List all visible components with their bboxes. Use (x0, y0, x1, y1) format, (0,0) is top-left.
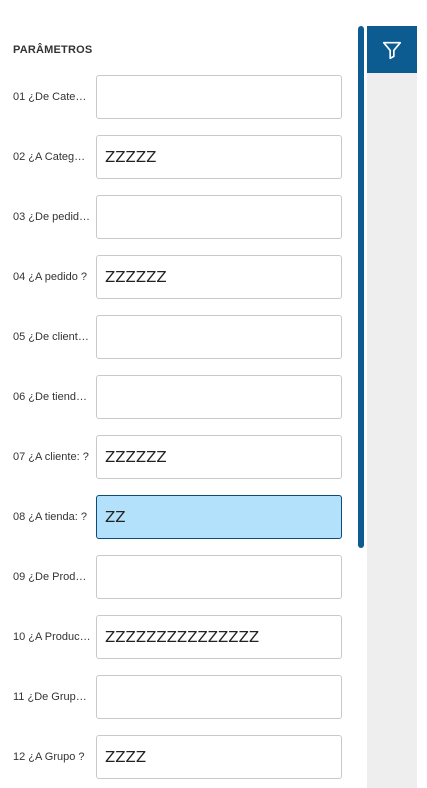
param-label: 03 ¿De pedido ? (13, 211, 91, 223)
param-row-08: 08 ¿A tienda: ? (0, 495, 350, 539)
param-input-11[interactable] (96, 675, 342, 719)
param-label: 06 ¿De tienda ? (13, 391, 91, 403)
param-row-12: 12 ¿A Grupo ? (0, 735, 350, 779)
section-title: PARÂMETROS (13, 44, 93, 56)
param-row-01: 01 ¿De Categoría ? (0, 75, 350, 119)
param-row-11: 11 ¿De Grupo ? (0, 675, 350, 719)
param-label: 08 ¿A tienda: ? (13, 511, 87, 523)
param-input-01[interactable] (96, 75, 342, 119)
param-label: 12 ¿A Grupo ? (13, 751, 85, 763)
param-input-03[interactable] (96, 195, 342, 239)
param-input-08[interactable] (96, 495, 342, 539)
param-label: 02 ¿A Categoría ? (13, 151, 91, 163)
param-row-05: 05 ¿De cliente ? (0, 315, 350, 359)
param-label: 01 ¿De Categoría ? (13, 91, 91, 103)
param-row-04: 04 ¿A pedido ? (0, 255, 350, 299)
parameters-panel: PARÂMETROS 01 ¿De Categoría ? 02 ¿A Cate… (0, 0, 358, 788)
param-row-06: 06 ¿De tienda ? (0, 375, 350, 419)
param-label: 09 ¿De Producto ? (13, 571, 91, 583)
param-row-09: 09 ¿De Producto ? (0, 555, 350, 599)
param-label: 04 ¿A pedido ? (13, 271, 88, 283)
param-row-02: 02 ¿A Categoría ? (0, 135, 350, 179)
param-input-06[interactable] (96, 375, 342, 419)
param-input-12[interactable] (96, 735, 342, 779)
param-label: 10 ¿A Producto ? (13, 631, 91, 643)
side-rail (367, 26, 417, 788)
param-input-10[interactable] (96, 615, 342, 659)
filter-button[interactable] (367, 26, 417, 73)
param-input-05[interactable] (96, 315, 342, 359)
param-label: 11 ¿De Grupo ? (13, 691, 91, 703)
param-label: 05 ¿De cliente ? (13, 331, 91, 343)
param-label: 07 ¿A cliente: ? (13, 451, 89, 463)
filter-icon (382, 41, 402, 59)
param-row-03: 03 ¿De pedido ? (0, 195, 350, 239)
param-row-07: 07 ¿A cliente: ? (0, 435, 350, 479)
param-input-04[interactable] (96, 255, 342, 299)
scrollbar-thumb[interactable] (358, 26, 364, 548)
param-input-02[interactable] (96, 135, 342, 179)
param-input-07[interactable] (96, 435, 342, 479)
param-row-10: 10 ¿A Producto ? (0, 615, 350, 659)
param-input-09[interactable] (96, 555, 342, 599)
